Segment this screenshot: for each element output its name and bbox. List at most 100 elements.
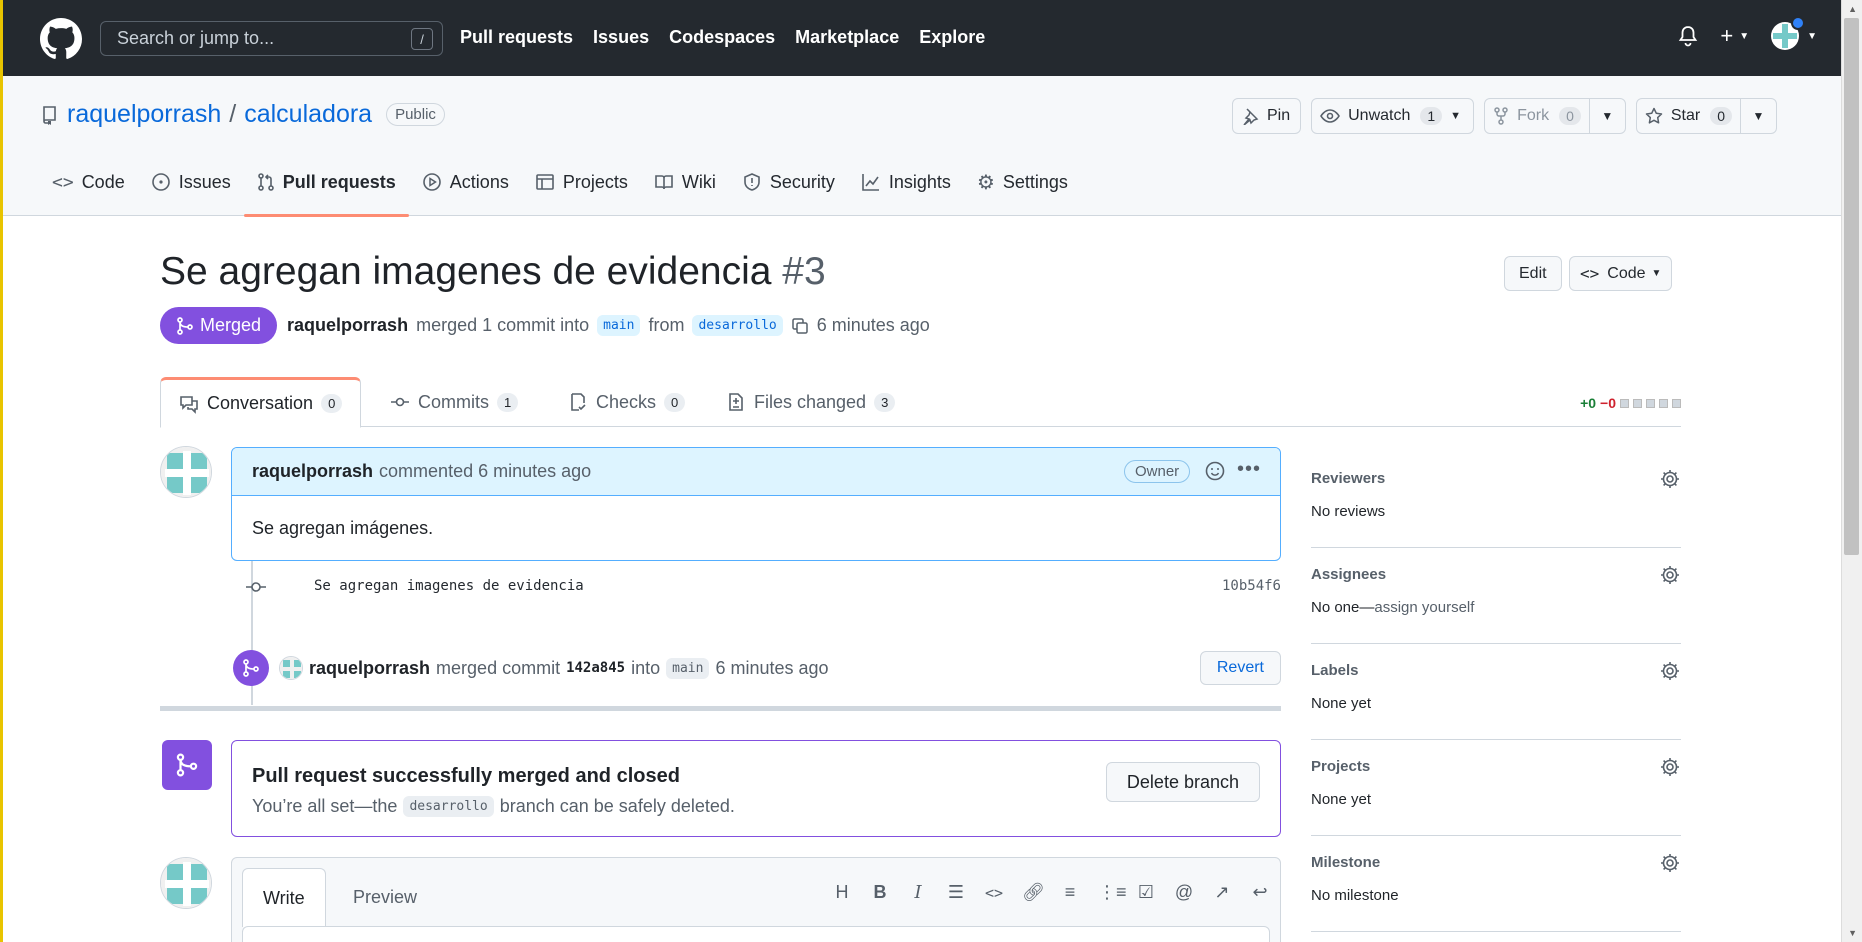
vertical-scrollbar[interactable]: ▲ ▼	[1841, 0, 1862, 942]
nav-marketplace[interactable]: Marketplace	[795, 27, 899, 48]
comment-author-link[interactable]: raquelporrash	[252, 461, 373, 482]
commit-row: Se agregan imagenes de evidencia 10b54f6	[240, 577, 1281, 597]
nav-explore[interactable]: Explore	[919, 27, 985, 48]
kebab-horizontal-icon[interactable]: •••	[1237, 458, 1261, 481]
revert-button[interactable]: Revert	[1199, 651, 1281, 685]
merge-commit-sha[interactable]: 142a845	[566, 660, 625, 676]
deletable-branch[interactable]: desarrollo	[403, 796, 494, 817]
fork-button[interactable]: Fork 0 ▼	[1484, 98, 1626, 134]
scrollbar-thumb[interactable]	[1844, 18, 1859, 555]
tab-wiki[interactable]: Wiki	[641, 148, 729, 216]
tab-pull-requests[interactable]: Pull requests	[243, 148, 409, 217]
ordered-list-icon[interactable]: ⋮≡	[1098, 882, 1127, 903]
tab-conversation[interactable]: Conversation 0	[160, 377, 362, 428]
search-input[interactable]: Search or jump to... /	[100, 21, 443, 56]
code-dropdown-button[interactable]: <> Code ▼	[1569, 256, 1673, 291]
nav-codespaces[interactable]: Codespaces	[669, 27, 775, 48]
reply-icon[interactable]: ↩	[1250, 882, 1270, 903]
tab-settings[interactable]: ⚙ Settings	[964, 148, 1081, 216]
mention-icon[interactable]: @	[1174, 882, 1194, 903]
top-navigation: Pull requests Issues Codespaces Marketpl…	[460, 27, 985, 48]
merger-avatar[interactable]	[279, 656, 303, 680]
tab-files-changed[interactable]: Files changed 3	[708, 377, 913, 427]
pr-author-link[interactable]: raquelporrash	[287, 315, 408, 336]
delete-branch-button[interactable]: Delete branch	[1105, 762, 1260, 802]
reviewers-title[interactable]: Reviewers	[1311, 470, 1385, 487]
nav-pull-requests[interactable]: Pull requests	[460, 27, 573, 48]
unwatch-button[interactable]: Unwatch 1 ▼	[1311, 98, 1475, 134]
bell-icon[interactable]	[1678, 25, 1698, 47]
current-user-avatar[interactable]	[160, 857, 212, 909]
assign-yourself-link[interactable]: assign yourself	[1374, 599, 1474, 616]
scroll-up-arrow-icon[interactable]: ▲	[1848, 4, 1857, 14]
repo-owner-link[interactable]: raquelporrash	[67, 100, 221, 129]
code-icon: <>	[52, 171, 74, 193]
write-tab[interactable]: Write	[242, 868, 326, 927]
cross-reference-icon[interactable]: ↗	[1212, 882, 1232, 903]
gear-icon[interactable]	[1659, 852, 1681, 879]
tab-code[interactable]: <> Code	[39, 148, 138, 216]
repo-name-link[interactable]: calculadora	[244, 100, 372, 129]
assignees-title[interactable]: Assignees	[1311, 566, 1386, 583]
gear-icon[interactable]	[1659, 756, 1681, 783]
heading-icon[interactable]: H	[832, 882, 852, 903]
tab-actions[interactable]: Actions	[409, 148, 522, 216]
tab-files-changed-label: Files changed	[754, 391, 867, 412]
comment-author-avatar[interactable]	[160, 446, 212, 498]
gear-icon[interactable]	[1659, 564, 1681, 591]
pin-button[interactable]: Pin	[1232, 98, 1302, 134]
tab-checks[interactable]: Checks 0	[550, 377, 703, 427]
search-shortcut-key: /	[411, 28, 433, 50]
gear-icon[interactable]	[1659, 468, 1681, 495]
base-branch[interactable]: main	[597, 315, 641, 336]
watch-count: 1	[1420, 107, 1443, 125]
quote-icon[interactable]: ☰	[946, 882, 966, 903]
create-new-plus-icon[interactable]: + ▼	[1720, 23, 1749, 49]
head-branch[interactable]: desarrollo	[692, 315, 783, 336]
window-edge	[0, 0, 3, 942]
task-list-icon[interactable]: ☑	[1136, 882, 1156, 903]
merge-target-branch[interactable]: main	[666, 657, 710, 679]
tab-commits[interactable]: Commits 1	[372, 377, 536, 427]
tab-settings-label: Settings	[1002, 171, 1068, 192]
edit-title-button[interactable]: Edit	[1504, 256, 1562, 291]
user-menu[interactable]: ▼	[1771, 16, 1817, 50]
milestone-title[interactable]: Milestone	[1311, 854, 1380, 871]
fork-dropdown-chevron-icon[interactable]: ▼	[1588, 99, 1625, 133]
star-button[interactable]: Star 0 ▼	[1635, 98, 1777, 134]
pr-title: Se agregan imagenes de evidencia #3	[160, 250, 826, 294]
smiley-icon[interactable]	[1204, 460, 1226, 482]
merge-event: raquelporrash merged commit 142a845 into…	[233, 648, 1281, 688]
diff-block	[1646, 398, 1655, 408]
chevron-down-icon: ▼	[1450, 110, 1462, 122]
merger-link[interactable]: raquelporrash	[309, 658, 430, 679]
labels-title[interactable]: Labels	[1311, 662, 1359, 679]
comment-textarea[interactable]	[242, 926, 1270, 942]
copy-icon[interactable]	[791, 317, 809, 335]
code-icon[interactable]: <>	[984, 884, 1004, 902]
unordered-list-icon[interactable]: ≡	[1060, 882, 1080, 903]
projects-title[interactable]: Projects	[1311, 758, 1370, 775]
tab-security[interactable]: Security	[729, 148, 848, 216]
repo-breadcrumb: raquelporrash / calculadora Public	[41, 100, 445, 129]
table-icon	[536, 174, 554, 190]
link-icon[interactable]: 🔗︎	[1022, 882, 1045, 903]
preview-tab[interactable]: Preview	[333, 868, 437, 926]
commit-message-link[interactable]: Se agregan imagenes de evidencia	[314, 578, 584, 594]
github-logo-icon[interactable]	[40, 18, 82, 60]
merged-status-label: Merged	[200, 315, 262, 335]
bold-icon[interactable]: B	[870, 882, 890, 903]
assignees-value: No one—assign yourself	[1311, 599, 1474, 616]
tab-insights[interactable]: Insights	[848, 148, 964, 216]
pin-label: Pin	[1267, 107, 1291, 124]
italic-icon[interactable]: I	[908, 882, 928, 903]
tab-issues[interactable]: Issues	[138, 148, 244, 216]
gear-icon[interactable]	[1659, 660, 1681, 687]
commit-sha-link[interactable]: 10b54f6	[1222, 578, 1281, 594]
tab-projects-label: Projects	[562, 171, 628, 192]
scroll-down-arrow-icon[interactable]: ▼	[1848, 928, 1857, 938]
nav-issues[interactable]: Issues	[593, 27, 649, 48]
tab-projects[interactable]: Projects	[522, 148, 641, 216]
global-header: Search or jump to... / Pull requests Iss…	[3, 0, 1841, 76]
star-dropdown-chevron-icon[interactable]: ▼	[1740, 99, 1776, 133]
